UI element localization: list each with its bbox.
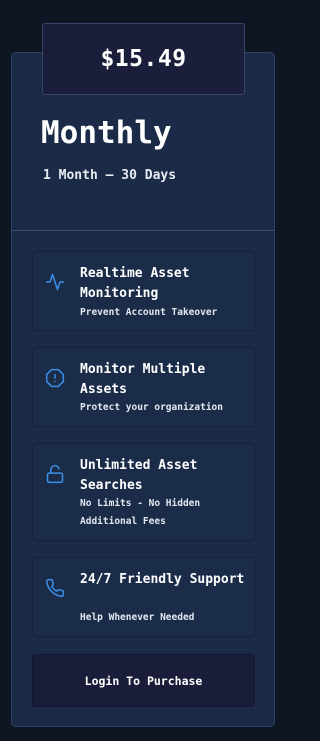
- feature-title: Unlimited Asset Searches: [80, 458, 198, 493]
- feature-support: 24/7 Friendly Support Help Whenever Need…: [32, 557, 255, 637]
- feature-title: 24/7 Friendly Support: [80, 572, 245, 587]
- feature-subtitle: Prevent Account Takeover: [80, 307, 218, 318]
- plan-title: Monthly: [41, 115, 172, 151]
- feature-subtitle: No Limits - No Hidden Additional Fees: [80, 498, 201, 527]
- feature-unlimited-searches: Unlimited Asset Searches No Limits - No …: [32, 443, 255, 541]
- price-value: $15.49: [100, 46, 187, 72]
- feature-subtitle: Protect your organization: [80, 402, 223, 413]
- feature-realtime-monitoring: Realtime Asset Monitoring Prevent Accoun…: [32, 251, 255, 331]
- feature-subtitle: Help Whenever Needed: [80, 612, 195, 623]
- login-to-purchase-button[interactable]: Login To Purchase: [32, 654, 255, 707]
- feature-multiple-assets: Monitor Multiple Assets Protect your org…: [32, 347, 255, 427]
- plan-duration: 1 Month – 30 Days: [43, 168, 177, 183]
- unlock-icon: [46, 464, 64, 484]
- section-divider: [12, 230, 275, 231]
- feature-title: Monitor Multiple Assets: [80, 362, 206, 397]
- phone-icon: [46, 578, 65, 598]
- price-badge: $15.49: [42, 23, 245, 95]
- feature-title: Realtime Asset Monitoring: [80, 266, 190, 301]
- activity-pulse-icon: [45, 273, 65, 291]
- alert-octagon-icon: [45, 368, 65, 388]
